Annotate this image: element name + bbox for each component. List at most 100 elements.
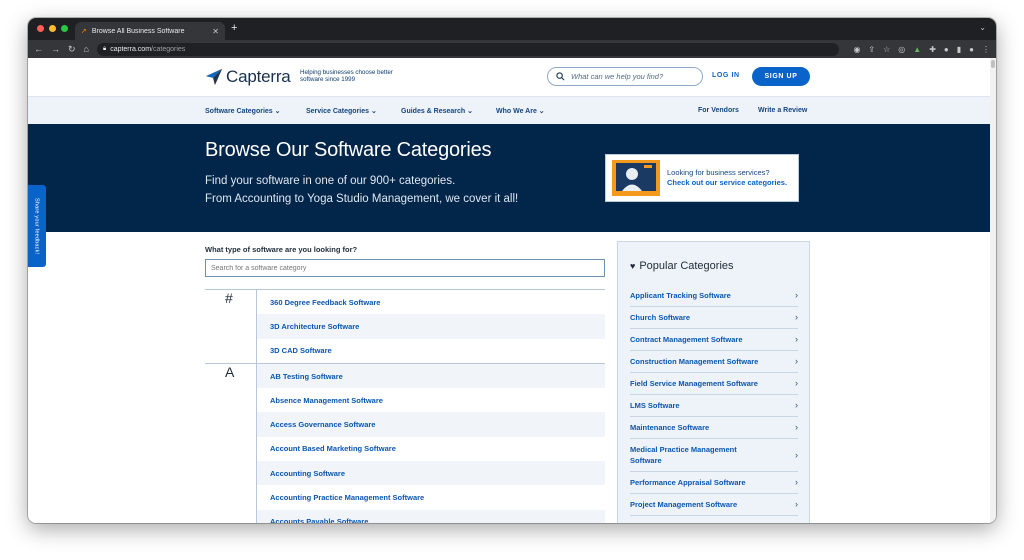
bookmark-star-icon[interactable]: ☆ bbox=[883, 45, 890, 54]
logo-text: Capterra bbox=[226, 67, 291, 86]
nav-write-review[interactable]: Write a Review bbox=[758, 107, 807, 114]
chevron-down-icon: ⌄ bbox=[371, 108, 377, 115]
service-card-text: Looking for business services? bbox=[667, 167, 770, 177]
sidebar-icon[interactable]: ▮ bbox=[957, 45, 961, 54]
category-list: # 360 Degree Feedback Software 3D Archit… bbox=[205, 289, 605, 523]
browser-tab-active[interactable]: ➚ Browse All Business Software ✕ bbox=[75, 22, 225, 40]
tagline: Helping businesses choose better softwar… bbox=[300, 69, 393, 83]
site-header: Capterra Helping businesses choose bette… bbox=[28, 58, 996, 96]
chevron-right-icon: › bbox=[795, 378, 798, 388]
page-scrollbar[interactable] bbox=[990, 58, 996, 523]
hero-banner: Browse Our Software Categories Find your… bbox=[28, 124, 996, 232]
url-domain: capterra.com bbox=[110, 45, 152, 53]
capterra-logo[interactable]: Capterra bbox=[205, 67, 291, 87]
heart-icon: ♥ bbox=[630, 261, 636, 271]
nav-software-categories[interactable]: Software Categories ⌄ bbox=[205, 107, 281, 115]
login-link[interactable]: LOG IN bbox=[712, 72, 740, 79]
account-icon[interactable]: ● bbox=[969, 45, 974, 54]
category-link[interactable]: 360 Degree Feedback Software bbox=[257, 290, 605, 314]
popular-category-link[interactable]: Project Management Software › bbox=[630, 494, 798, 516]
url-path: /categories bbox=[151, 45, 186, 53]
category-link[interactable]: AB Testing Software bbox=[257, 363, 605, 389]
category-link[interactable]: 3D Architecture Software bbox=[257, 314, 605, 339]
popular-category-link[interactable]: Applicant Tracking Software › bbox=[630, 285, 798, 307]
chevron-right-icon: › bbox=[795, 312, 798, 322]
puzzle-icon[interactable]: ✚ bbox=[929, 45, 936, 54]
share-icon[interactable]: ⇪ bbox=[868, 45, 875, 54]
new-tab-icon[interactable]: + bbox=[231, 23, 237, 34]
nav-for-vendors[interactable]: For Vendors bbox=[698, 107, 739, 114]
close-tab-icon[interactable]: ✕ bbox=[212, 27, 219, 36]
hero-subtitle-line2: From Accounting to Yoga Studio Managemen… bbox=[205, 193, 519, 205]
capterra-favicon-icon: ➚ bbox=[81, 28, 87, 35]
service-card-link[interactable]: Check out our service categories. bbox=[667, 178, 787, 189]
site-search-input[interactable]: What can we help you find? bbox=[547, 67, 703, 86]
category-link[interactable]: Absence Management Software bbox=[257, 388, 605, 412]
popular-categories-panel: ♥ Popular Categories Applicant Tracking … bbox=[617, 241, 810, 523]
popular-category-link[interactable]: Performance Appraisal Software › bbox=[630, 472, 798, 494]
signup-button[interactable]: SIGN UP bbox=[752, 67, 810, 86]
maximize-window-button[interactable] bbox=[61, 25, 68, 32]
chevron-right-icon: › bbox=[795, 449, 798, 460]
minimize-window-button[interactable] bbox=[49, 25, 56, 32]
popular-category-link[interactable]: Field Service Management Software › bbox=[630, 373, 798, 395]
scrollbar-thumb[interactable] bbox=[991, 60, 995, 68]
nav-guides-research[interactable]: Guides & Research ⌄ bbox=[401, 107, 473, 115]
google-icon[interactable]: ◉ bbox=[853, 45, 860, 54]
site-search-placeholder: What can we help you find? bbox=[571, 72, 664, 81]
back-icon[interactable]: ← bbox=[34, 44, 43, 54]
profile-extension-icon[interactable]: ● bbox=[944, 45, 949, 54]
popular-category-link[interactable]: Construction Management Software › bbox=[630, 351, 798, 373]
category-link[interactable]: Accounting Practice Management Software bbox=[257, 485, 605, 509]
browser-tab-bar: ➚ Browse All Business Software ✕ + ⌄ bbox=[28, 18, 996, 40]
screenshot-stage: ➚ Browse All Business Software ✕ + ⌄ ← →… bbox=[0, 0, 1024, 560]
category-link[interactable]: 3D CAD Software bbox=[257, 339, 605, 363]
nav-service-categories[interactable]: Service Categories ⌄ bbox=[306, 107, 377, 115]
tab-title: Browse All Business Software bbox=[91, 27, 185, 35]
popular-category-link[interactable]: Contract Management Software › bbox=[630, 329, 798, 351]
window-controls bbox=[37, 25, 68, 32]
capterra-arrow-icon bbox=[205, 68, 223, 86]
popular-category-link[interactable]: LMS Software › bbox=[630, 395, 798, 417]
reload-icon[interactable]: ↻ bbox=[68, 44, 76, 55]
main-nav: Software Categories ⌄ Service Categories… bbox=[28, 96, 996, 124]
chevron-right-icon: › bbox=[795, 356, 798, 366]
category-link[interactable]: Account Based Marketing Software bbox=[257, 437, 605, 461]
service-illustration bbox=[612, 160, 660, 196]
feedback-tab[interactable]: Share your feedback! bbox=[28, 185, 46, 267]
page-title: Browse Our Software Categories bbox=[205, 139, 492, 161]
category-search-input[interactable] bbox=[205, 259, 605, 277]
feedback-tab-label: Share your feedback! bbox=[33, 197, 40, 255]
category-search-label: What type of software are you looking fo… bbox=[205, 245, 358, 254]
chevron-right-icon: › bbox=[795, 400, 798, 410]
main-content: What type of software are you looking fo… bbox=[28, 232, 996, 523]
close-window-button[interactable] bbox=[37, 25, 44, 32]
tab-search-chevron-icon[interactable]: ⌄ bbox=[979, 23, 986, 32]
nav-who-we-are[interactable]: Who We Are ⌄ bbox=[496, 107, 545, 115]
extension-circle-icon[interactable]: ◎ bbox=[898, 45, 905, 54]
category-link[interactable]: Accounting Software bbox=[257, 461, 605, 486]
chevron-down-icon: ⌄ bbox=[467, 108, 474, 115]
browser-extensions: ◉ ⇪ ☆ ◎ ▲ ✚ ● ▮ ● ⋮ bbox=[853, 45, 990, 54]
web-page: Capterra Helping businesses choose bette… bbox=[28, 58, 996, 523]
popular-categories-list: Applicant Tracking Software › Church Soft… bbox=[630, 285, 798, 516]
chevron-down-icon: ⌄ bbox=[538, 108, 545, 115]
extension-tree-icon[interactable]: ▲ bbox=[913, 45, 921, 54]
popular-category-link[interactable]: Medical Practice Management Software › bbox=[630, 439, 798, 472]
popular-categories-heading: ♥ Popular Categories bbox=[630, 260, 734, 272]
category-link[interactable]: Access Governance Software bbox=[257, 412, 605, 437]
category-link[interactable]: Accounts Payable Software bbox=[257, 509, 605, 523]
menu-kebab-icon[interactable]: ⋮ bbox=[982, 45, 990, 54]
forward-icon[interactable]: → bbox=[51, 44, 60, 54]
popular-category-link[interactable]: Church Software › bbox=[630, 307, 798, 329]
address-bar[interactable]: 🔒︎ capterra.com/categories bbox=[96, 42, 840, 56]
group-letter: # bbox=[225, 290, 233, 306]
group-letter: A bbox=[225, 363, 235, 380]
lock-icon: 🔒︎ bbox=[102, 45, 107, 52]
home-icon[interactable]: ⌂ bbox=[84, 44, 89, 54]
chevron-right-icon: › bbox=[795, 499, 798, 509]
chevron-right-icon: › bbox=[795, 334, 798, 344]
browser-toolbar: ← → ↻ ⌂ 🔒︎ capterra.com/categories ◉ ⇪ ☆… bbox=[28, 40, 996, 58]
service-categories-card[interactable]: Looking for business services? Check out… bbox=[605, 154, 799, 202]
popular-category-link[interactable]: Maintenance Software › bbox=[630, 417, 798, 439]
